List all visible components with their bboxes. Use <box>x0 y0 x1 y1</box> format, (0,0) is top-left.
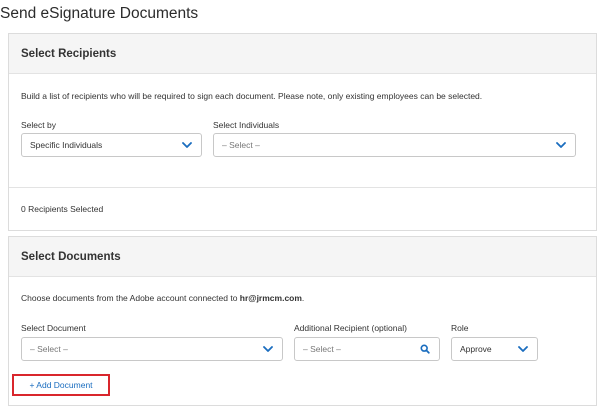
select-individuals-label: Select Individuals <box>213 120 280 130</box>
select-individuals-placeholder: – Select – <box>222 140 260 150</box>
select-by-label: Select by <box>21 120 56 130</box>
chevron-down-icon <box>555 139 567 151</box>
recipients-panel-title: Select Recipients <box>21 47 117 60</box>
recipients-panel: Select Recipients <box>8 33 597 231</box>
chevron-down-icon <box>181 139 193 151</box>
search-icon[interactable] <box>419 343 431 355</box>
documents-panel-header: Select Documents <box>9 237 596 277</box>
chevron-down-icon <box>262 343 274 355</box>
select-document-label: Select Document <box>21 323 86 333</box>
role-value: Approve <box>460 344 492 354</box>
select-by-value: Specific Individuals <box>30 140 103 150</box>
documents-help-text: Choose documents from the Adobe account … <box>21 293 304 303</box>
additional-recipient-search[interactable]: – Select – <box>294 337 440 361</box>
additional-recipient-label: Additional Recipient (optional) <box>294 323 407 333</box>
documents-help-suffix: . <box>301 293 305 303</box>
recipients-count: 0 Recipients Selected <box>21 204 104 214</box>
select-document-dropdown[interactable]: – Select – <box>21 337 283 361</box>
chevron-down-icon <box>517 343 529 355</box>
select-by-dropdown[interactable]: Specific Individuals <box>21 133 202 157</box>
select-individuals-dropdown[interactable]: – Select – <box>213 133 576 157</box>
documents-help-prefix: Choose documents from the Adobe account … <box>21 293 240 303</box>
add-document-button[interactable]: + Add Document <box>12 374 110 396</box>
page-title: Send eSignature Documents <box>0 5 199 22</box>
role-dropdown[interactable]: Approve <box>451 337 538 361</box>
additional-recipient-placeholder: – Select – <box>303 344 341 354</box>
role-label: Role <box>451 323 469 333</box>
documents-panel-title: Select Documents <box>21 250 121 263</box>
recipients-panel-header: Select Recipients <box>9 34 596 74</box>
connected-account-email: hr@jrmcm.com <box>239 293 302 303</box>
recipients-help-text: Build a list of recipients who will be r… <box>21 91 483 101</box>
recipients-divider <box>9 187 596 188</box>
select-document-placeholder: – Select – <box>30 344 68 354</box>
